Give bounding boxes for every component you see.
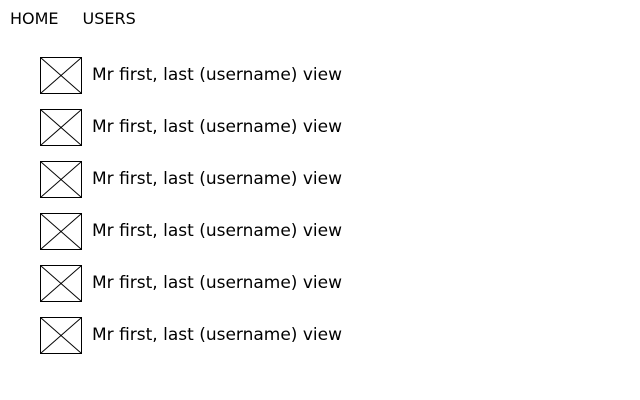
view-user-link[interactable]: view: [303, 221, 342, 241]
view-user-link[interactable]: view: [303, 169, 342, 189]
avatar: [40, 56, 82, 94]
user-title: Mr: [92, 221, 114, 241]
user-username: (username): [199, 325, 298, 345]
user-title: Mr: [92, 273, 114, 293]
nav-users-link[interactable]: USERS: [83, 9, 136, 29]
user-list: Mr first, last (username) view Mr first,…: [40, 55, 342, 367]
user-first-name: first,: [119, 325, 158, 345]
user-summary: Mr first, last (username) view: [92, 325, 342, 345]
user-summary: Mr first, last (username) view: [92, 273, 342, 293]
broken-image-icon: [41, 109, 81, 145]
user-first-name: first,: [119, 65, 158, 85]
broken-image-icon: [41, 265, 81, 301]
user-last-name: last: [163, 117, 194, 137]
broken-image-icon: [41, 161, 81, 197]
list-item: Mr first, last (username) view: [40, 55, 342, 95]
view-user-link[interactable]: view: [303, 117, 342, 137]
broken-image-icon: [41, 213, 81, 249]
user-first-name: first,: [119, 169, 158, 189]
broken-image-icon: [41, 317, 81, 353]
list-item: Mr first, last (username) view: [40, 211, 342, 251]
user-first-name: first,: [119, 117, 158, 137]
nav-home-link[interactable]: HOME: [10, 9, 59, 29]
user-title: Mr: [92, 117, 114, 137]
view-user-link[interactable]: view: [303, 273, 342, 293]
user-username: (username): [199, 221, 298, 241]
user-title: Mr: [92, 65, 114, 85]
avatar: [40, 264, 82, 302]
avatar: [40, 160, 82, 198]
broken-image-icon: [41, 57, 81, 93]
user-username: (username): [199, 273, 298, 293]
user-last-name: last: [163, 325, 194, 345]
list-item: Mr first, last (username) view: [40, 315, 342, 355]
user-summary: Mr first, last (username) view: [92, 65, 342, 85]
avatar: [40, 108, 82, 146]
user-last-name: last: [163, 65, 194, 85]
user-first-name: first,: [119, 221, 158, 241]
avatar: [40, 316, 82, 354]
user-username: (username): [199, 65, 298, 85]
avatar: [40, 212, 82, 250]
user-summary: Mr first, last (username) view: [92, 117, 342, 137]
top-nav: HOME USERS: [10, 9, 136, 29]
user-title: Mr: [92, 325, 114, 345]
user-title: Mr: [92, 169, 114, 189]
user-username: (username): [199, 117, 298, 137]
user-username: (username): [199, 169, 298, 189]
view-user-link[interactable]: view: [303, 325, 342, 345]
user-first-name: first,: [119, 273, 158, 293]
user-last-name: last: [163, 221, 194, 241]
user-last-name: last: [163, 273, 194, 293]
view-user-link[interactable]: view: [303, 65, 342, 85]
list-item: Mr first, last (username) view: [40, 159, 342, 199]
user-summary: Mr first, last (username) view: [92, 169, 342, 189]
user-last-name: last: [163, 169, 194, 189]
list-item: Mr first, last (username) view: [40, 107, 342, 147]
list-item: Mr first, last (username) view: [40, 263, 342, 303]
user-summary: Mr first, last (username) view: [92, 221, 342, 241]
